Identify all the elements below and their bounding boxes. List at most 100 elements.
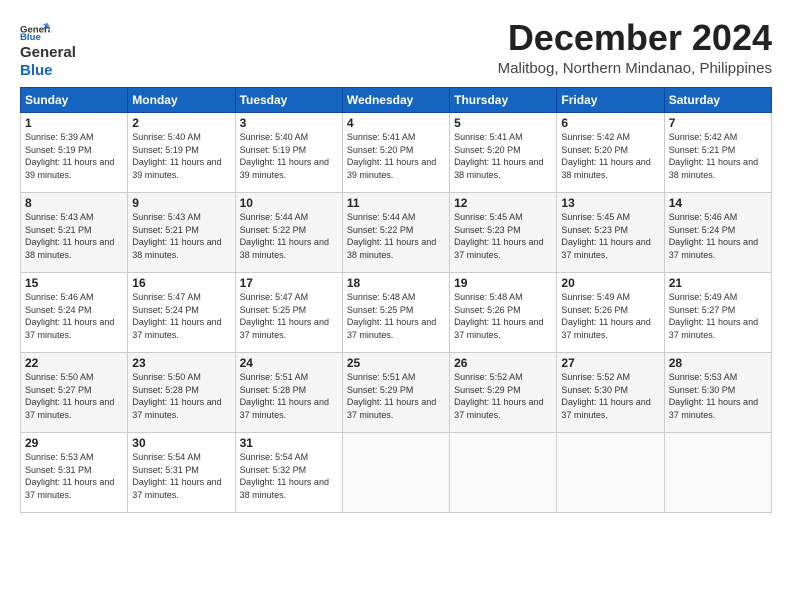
day-info: Sunrise: 5:54 AM Sunset: 5:32 PM Dayligh…	[240, 451, 338, 501]
day-info: Sunrise: 5:50 AM Sunset: 5:27 PM Dayligh…	[25, 371, 123, 421]
day-number: 23	[132, 356, 230, 370]
day-cell: 4 Sunrise: 5:41 AM Sunset: 5:20 PM Dayli…	[342, 113, 449, 193]
day-cell: 21 Sunrise: 5:49 AM Sunset: 5:27 PM Dayl…	[664, 273, 771, 353]
day-number: 7	[669, 116, 767, 130]
logo: General Blue General Blue	[20, 18, 76, 79]
day-info: Sunrise: 5:40 AM Sunset: 5:19 PM Dayligh…	[132, 131, 230, 181]
week-row-5: 29 Sunrise: 5:53 AM Sunset: 5:31 PM Dayl…	[21, 433, 772, 513]
day-number: 21	[669, 276, 767, 290]
day-info: Sunrise: 5:53 AM Sunset: 5:31 PM Dayligh…	[25, 451, 123, 501]
day-info: Sunrise: 5:51 AM Sunset: 5:29 PM Dayligh…	[347, 371, 445, 421]
column-header-friday: Friday	[557, 88, 664, 113]
day-cell	[664, 433, 771, 513]
day-info: Sunrise: 5:40 AM Sunset: 5:19 PM Dayligh…	[240, 131, 338, 181]
day-info: Sunrise: 5:49 AM Sunset: 5:26 PM Dayligh…	[561, 291, 659, 341]
day-info: Sunrise: 5:43 AM Sunset: 5:21 PM Dayligh…	[25, 211, 123, 261]
day-number: 28	[669, 356, 767, 370]
day-number: 16	[132, 276, 230, 290]
day-info: Sunrise: 5:42 AM Sunset: 5:20 PM Dayligh…	[561, 131, 659, 181]
day-info: Sunrise: 5:52 AM Sunset: 5:29 PM Dayligh…	[454, 371, 552, 421]
day-cell: 15 Sunrise: 5:46 AM Sunset: 5:24 PM Dayl…	[21, 273, 128, 353]
day-cell: 23 Sunrise: 5:50 AM Sunset: 5:28 PM Dayl…	[128, 353, 235, 433]
day-number: 14	[669, 196, 767, 210]
logo-blue: Blue	[20, 62, 53, 79]
day-number: 13	[561, 196, 659, 210]
day-cell	[450, 433, 557, 513]
day-info: Sunrise: 5:45 AM Sunset: 5:23 PM Dayligh…	[561, 211, 659, 261]
day-number: 22	[25, 356, 123, 370]
day-cell: 24 Sunrise: 5:51 AM Sunset: 5:28 PM Dayl…	[235, 353, 342, 433]
day-cell: 19 Sunrise: 5:48 AM Sunset: 5:26 PM Dayl…	[450, 273, 557, 353]
day-cell: 25 Sunrise: 5:51 AM Sunset: 5:29 PM Dayl…	[342, 353, 449, 433]
day-info: Sunrise: 5:47 AM Sunset: 5:25 PM Dayligh…	[240, 291, 338, 341]
day-info: Sunrise: 5:43 AM Sunset: 5:21 PM Dayligh…	[132, 211, 230, 261]
day-number: 12	[454, 196, 552, 210]
column-header-saturday: Saturday	[664, 88, 771, 113]
day-number: 3	[240, 116, 338, 130]
day-number: 31	[240, 436, 338, 450]
day-cell: 16 Sunrise: 5:47 AM Sunset: 5:24 PM Dayl…	[128, 273, 235, 353]
day-info: Sunrise: 5:44 AM Sunset: 5:22 PM Dayligh…	[240, 211, 338, 261]
week-row-2: 8 Sunrise: 5:43 AM Sunset: 5:21 PM Dayli…	[21, 193, 772, 273]
day-cell: 6 Sunrise: 5:42 AM Sunset: 5:20 PM Dayli…	[557, 113, 664, 193]
column-header-thursday: Thursday	[450, 88, 557, 113]
day-number: 25	[347, 356, 445, 370]
week-row-4: 22 Sunrise: 5:50 AM Sunset: 5:27 PM Dayl…	[21, 353, 772, 433]
day-info: Sunrise: 5:46 AM Sunset: 5:24 PM Dayligh…	[669, 211, 767, 261]
day-number: 9	[132, 196, 230, 210]
day-number: 5	[454, 116, 552, 130]
day-info: Sunrise: 5:42 AM Sunset: 5:21 PM Dayligh…	[669, 131, 767, 181]
day-cell: 29 Sunrise: 5:53 AM Sunset: 5:31 PM Dayl…	[21, 433, 128, 513]
page: General Blue General Blue December 2024 …	[0, 0, 792, 612]
day-info: Sunrise: 5:46 AM Sunset: 5:24 PM Dayligh…	[25, 291, 123, 341]
month-title: December 2024	[498, 18, 772, 58]
day-cell: 2 Sunrise: 5:40 AM Sunset: 5:19 PM Dayli…	[128, 113, 235, 193]
day-cell: 27 Sunrise: 5:52 AM Sunset: 5:30 PM Dayl…	[557, 353, 664, 433]
day-cell: 14 Sunrise: 5:46 AM Sunset: 5:24 PM Dayl…	[664, 193, 771, 273]
day-info: Sunrise: 5:41 AM Sunset: 5:20 PM Dayligh…	[347, 131, 445, 181]
title-block: December 2024 Malitbog, Northern Mindana…	[498, 18, 772, 77]
day-cell: 7 Sunrise: 5:42 AM Sunset: 5:21 PM Dayli…	[664, 113, 771, 193]
header: General Blue General Blue December 2024 …	[20, 18, 772, 79]
day-number: 11	[347, 196, 445, 210]
day-info: Sunrise: 5:51 AM Sunset: 5:28 PM Dayligh…	[240, 371, 338, 421]
day-cell	[342, 433, 449, 513]
day-info: Sunrise: 5:50 AM Sunset: 5:28 PM Dayligh…	[132, 371, 230, 421]
day-cell: 12 Sunrise: 5:45 AM Sunset: 5:23 PM Dayl…	[450, 193, 557, 273]
svg-text:Blue: Blue	[20, 32, 41, 42]
day-cell: 26 Sunrise: 5:52 AM Sunset: 5:29 PM Dayl…	[450, 353, 557, 433]
column-header-wednesday: Wednesday	[342, 88, 449, 113]
day-number: 10	[240, 196, 338, 210]
day-cell: 17 Sunrise: 5:47 AM Sunset: 5:25 PM Dayl…	[235, 273, 342, 353]
column-header-monday: Monday	[128, 88, 235, 113]
day-cell: 20 Sunrise: 5:49 AM Sunset: 5:26 PM Dayl…	[557, 273, 664, 353]
day-cell	[557, 433, 664, 513]
day-cell: 10 Sunrise: 5:44 AM Sunset: 5:22 PM Dayl…	[235, 193, 342, 273]
day-info: Sunrise: 5:49 AM Sunset: 5:27 PM Dayligh…	[669, 291, 767, 341]
day-info: Sunrise: 5:52 AM Sunset: 5:30 PM Dayligh…	[561, 371, 659, 421]
day-number: 6	[561, 116, 659, 130]
location-title: Malitbog, Northern Mindanao, Philippines	[498, 60, 772, 77]
day-number: 30	[132, 436, 230, 450]
day-number: 1	[25, 116, 123, 130]
day-number: 19	[454, 276, 552, 290]
column-header-tuesday: Tuesday	[235, 88, 342, 113]
day-cell: 9 Sunrise: 5:43 AM Sunset: 5:21 PM Dayli…	[128, 193, 235, 273]
day-cell: 11 Sunrise: 5:44 AM Sunset: 5:22 PM Dayl…	[342, 193, 449, 273]
day-info: Sunrise: 5:53 AM Sunset: 5:30 PM Dayligh…	[669, 371, 767, 421]
week-row-3: 15 Sunrise: 5:46 AM Sunset: 5:24 PM Dayl…	[21, 273, 772, 353]
day-number: 20	[561, 276, 659, 290]
day-cell: 1 Sunrise: 5:39 AM Sunset: 5:19 PM Dayli…	[21, 113, 128, 193]
day-info: Sunrise: 5:44 AM Sunset: 5:22 PM Dayligh…	[347, 211, 445, 261]
day-cell: 28 Sunrise: 5:53 AM Sunset: 5:30 PM Dayl…	[664, 353, 771, 433]
calendar-header-row: SundayMondayTuesdayWednesdayThursdayFrid…	[21, 88, 772, 113]
day-cell: 22 Sunrise: 5:50 AM Sunset: 5:27 PM Dayl…	[21, 353, 128, 433]
day-cell: 3 Sunrise: 5:40 AM Sunset: 5:19 PM Dayli…	[235, 113, 342, 193]
day-cell: 5 Sunrise: 5:41 AM Sunset: 5:20 PM Dayli…	[450, 113, 557, 193]
calendar-table: SundayMondayTuesdayWednesdayThursdayFrid…	[20, 87, 772, 513]
day-info: Sunrise: 5:39 AM Sunset: 5:19 PM Dayligh…	[25, 131, 123, 181]
day-number: 24	[240, 356, 338, 370]
day-number: 27	[561, 356, 659, 370]
day-number: 8	[25, 196, 123, 210]
logo-icon: General Blue	[20, 22, 50, 42]
